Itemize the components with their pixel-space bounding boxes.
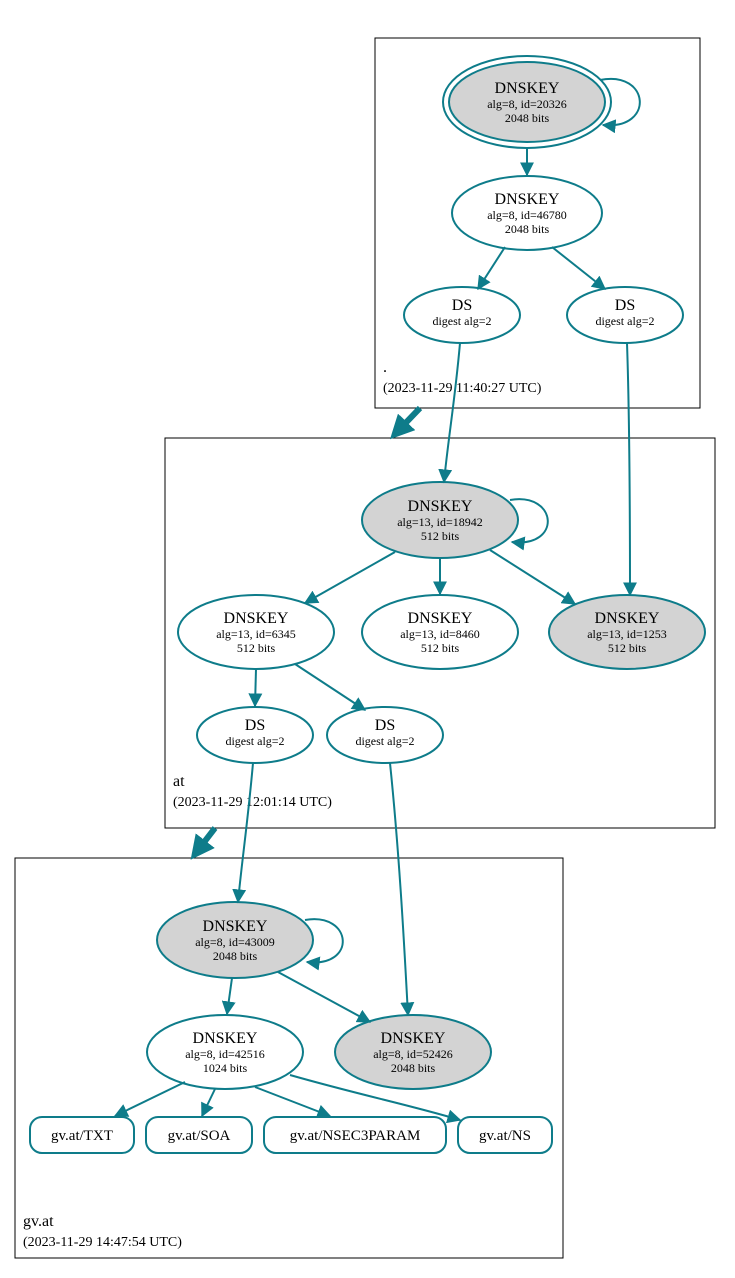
- svg-text:alg=13, id=1253: alg=13, id=1253: [587, 627, 667, 641]
- svg-text:2048 bits: 2048 bits: [213, 949, 258, 963]
- edge-at-ds1-gv-top: [238, 763, 253, 902]
- svg-text:alg=13, id=18942: alg=13, id=18942: [397, 515, 483, 529]
- svg-text:2048 bits: 2048 bits: [391, 1061, 436, 1075]
- cluster-at-subtitle: (2023-11-29 12:01:14 UTC): [173, 795, 332, 810]
- cluster-root: . (2023-11-29 11:40:27 UTC) DNSKEY alg=8…: [375, 38, 700, 408]
- cluster-at: at (2023-11-29 12:01:14 UTC) DNSKEY alg=…: [165, 343, 715, 828]
- svg-text:alg=8, id=46780: alg=8, id=46780: [487, 208, 567, 222]
- svg-text:DNSKEY: DNSKEY: [495, 80, 560, 97]
- svg-text:gv.at/TXT: gv.at/TXT: [51, 1128, 113, 1144]
- gvat-dnskey-top: DNSKEY alg=8, id=43009 2048 bits: [157, 902, 313, 978]
- at-dnskey-left: DNSKEY alg=13, id=6345 512 bits: [178, 595, 334, 669]
- cluster-gvat-title: gv.at: [23, 1213, 54, 1230]
- edge-at-l-ds2: [295, 664, 365, 710]
- svg-text:1024 bits: 1024 bits: [203, 1061, 248, 1075]
- cluster-at-title: at: [173, 773, 185, 790]
- svg-text:alg=13, id=8460: alg=13, id=8460: [400, 627, 480, 641]
- svg-text:DS: DS: [245, 717, 265, 734]
- svg-text:gv.at/NS: gv.at/NS: [479, 1128, 531, 1144]
- svg-text:2048 bits: 2048 bits: [505, 111, 550, 125]
- root-ds-left: DS digest alg=2: [404, 287, 520, 343]
- edge-root-zsk-ds1: [478, 247, 505, 289]
- cluster-gvat: gv.at (2023-11-29 14:47:54 UTC) DNSKEY a…: [15, 763, 563, 1258]
- at-ds-right: DS digest alg=2: [327, 707, 443, 763]
- edge-at-l-ds1: [255, 669, 256, 706]
- dnssec-graph: . (2023-11-29 11:40:27 UTC) DNSKEY alg=8…: [0, 0, 735, 1278]
- svg-text:DNSKEY: DNSKEY: [408, 610, 473, 627]
- svg-text:DS: DS: [452, 297, 472, 314]
- svg-text:2048 bits: 2048 bits: [505, 222, 550, 236]
- edge-gv-l-nsec3: [255, 1087, 330, 1116]
- at-ds-left: DS digest alg=2: [197, 707, 313, 763]
- svg-text:DNSKEY: DNSKEY: [381, 1030, 446, 1047]
- svg-text:DS: DS: [375, 717, 395, 734]
- edge-gv-top-r: [278, 972, 370, 1022]
- gvat-dnskey-right: DNSKEY alg=8, id=52426 2048 bits: [335, 1015, 491, 1089]
- edge-root-to-at-bold: [395, 408, 420, 434]
- edge-at-to-gvat-bold: [195, 828, 215, 854]
- svg-text:alg=13, id=6345: alg=13, id=6345: [216, 627, 296, 641]
- svg-text:DNSKEY: DNSKEY: [193, 1030, 258, 1047]
- svg-text:DS: DS: [615, 297, 635, 314]
- root-dnskey-ksk: DNSKEY alg=8, id=20326 2048 bits: [443, 56, 611, 148]
- edge-at-top-l: [305, 552, 395, 603]
- at-dnskey-right: DNSKEY alg=13, id=1253 512 bits: [549, 595, 705, 669]
- svg-text:DNSKEY: DNSKEY: [408, 498, 473, 515]
- svg-text:DNSKEY: DNSKEY: [595, 610, 660, 627]
- svg-text:512 bits: 512 bits: [608, 641, 647, 655]
- cluster-root-title: .: [383, 359, 387, 376]
- leaf-soa: gv.at/SOA: [146, 1117, 252, 1153]
- edge-at-top-r: [490, 550, 575, 604]
- edge-root-ds1-at-top: [444, 343, 460, 482]
- svg-text:DNSKEY: DNSKEY: [495, 191, 560, 208]
- cluster-root-subtitle: (2023-11-29 11:40:27 UTC): [383, 381, 542, 396]
- leaf-txt: gv.at/TXT: [30, 1117, 134, 1153]
- edge-root-ds2-at-keyr: [627, 343, 630, 595]
- svg-text:digest alg=2: digest alg=2: [432, 314, 491, 328]
- edge-gv-top-l: [227, 978, 232, 1014]
- at-dnskey-top: DNSKEY alg=13, id=18942 512 bits: [362, 482, 518, 558]
- leaf-ns: gv.at/NS: [458, 1117, 552, 1153]
- edge-root-zsk-ds2: [552, 247, 605, 289]
- svg-text:alg=8, id=52426: alg=8, id=52426: [373, 1047, 453, 1061]
- svg-text:512 bits: 512 bits: [237, 641, 276, 655]
- svg-text:512 bits: 512 bits: [421, 529, 460, 543]
- svg-text:DNSKEY: DNSKEY: [203, 918, 268, 935]
- svg-text:512 bits: 512 bits: [421, 641, 460, 655]
- edge-at-ds2-gv-keyr: [390, 763, 408, 1015]
- root-ds-right: DS digest alg=2: [567, 287, 683, 343]
- svg-text:alg=8, id=42516: alg=8, id=42516: [185, 1047, 265, 1061]
- svg-text:DNSKEY: DNSKEY: [224, 610, 289, 627]
- svg-text:digest alg=2: digest alg=2: [355, 734, 414, 748]
- svg-text:gv.at/NSEC3PARAM: gv.at/NSEC3PARAM: [290, 1128, 421, 1144]
- root-dnskey-zsk: DNSKEY alg=8, id=46780 2048 bits: [452, 176, 602, 250]
- svg-text:gv.at/SOA: gv.at/SOA: [168, 1128, 231, 1144]
- svg-text:digest alg=2: digest alg=2: [595, 314, 654, 328]
- edge-gv-l-txt: [115, 1082, 185, 1116]
- svg-text:alg=8, id=43009: alg=8, id=43009: [195, 935, 275, 949]
- svg-text:digest alg=2: digest alg=2: [225, 734, 284, 748]
- gvat-dnskey-left: DNSKEY alg=8, id=42516 1024 bits: [147, 1015, 303, 1089]
- cluster-gvat-subtitle: (2023-11-29 14:47:54 UTC): [23, 1235, 182, 1250]
- leaf-nsec3param: gv.at/NSEC3PARAM: [264, 1117, 446, 1153]
- edge-gv-l-soa: [202, 1089, 215, 1116]
- svg-text:alg=8, id=20326: alg=8, id=20326: [487, 97, 567, 111]
- at-dnskey-middle: DNSKEY alg=13, id=8460 512 bits: [362, 595, 518, 669]
